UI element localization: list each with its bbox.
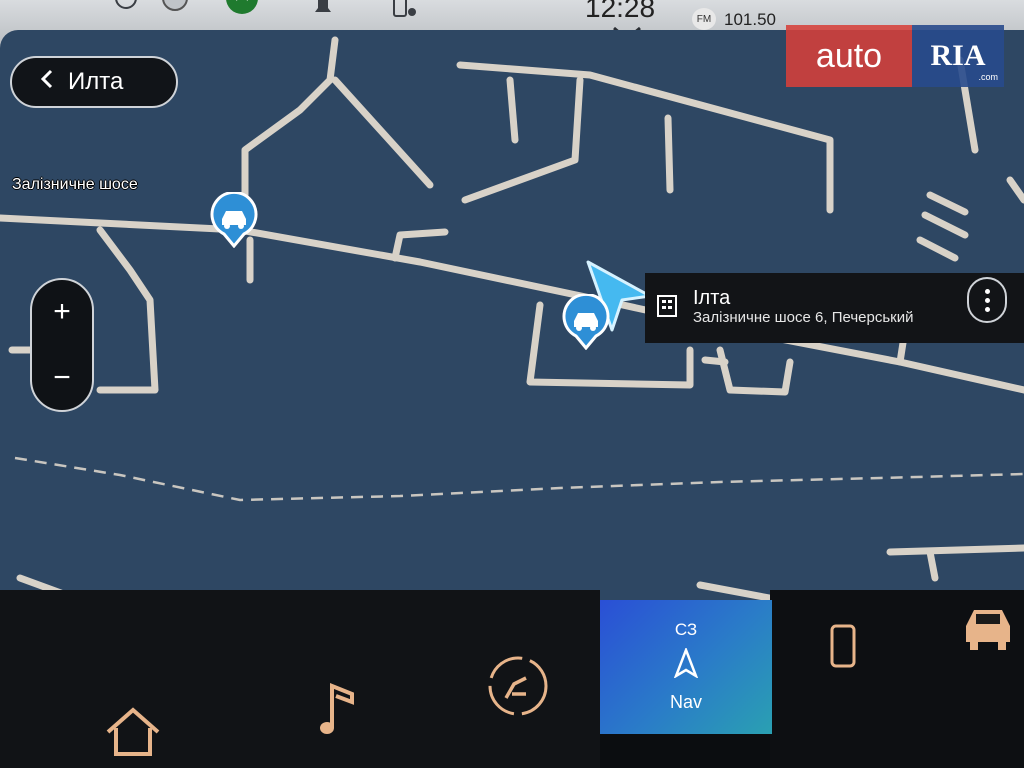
back-button-label: Илта bbox=[68, 68, 124, 95]
watermark-logo: auto RIA .com bbox=[786, 25, 1004, 87]
car-icon[interactable] bbox=[960, 604, 1016, 657]
zoom-out-button[interactable]: − bbox=[32, 346, 92, 410]
chevron-left-icon bbox=[40, 68, 54, 96]
phone-settings-icon[interactable] bbox=[390, 0, 420, 25]
destination-card[interactable]: Ілта Залізничне шосе 6, Печерський bbox=[645, 273, 1024, 343]
building-icon bbox=[657, 295, 677, 322]
profile-icon[interactable] bbox=[160, 0, 190, 19]
connectivity-icon[interactable] bbox=[222, 0, 262, 21]
radio-band-badge: FM bbox=[692, 8, 716, 30]
zoom-in-button[interactable]: + bbox=[32, 280, 92, 344]
home-icon[interactable] bbox=[104, 706, 162, 763]
music-icon[interactable] bbox=[318, 680, 358, 745]
car-poi-pin[interactable] bbox=[560, 292, 612, 355]
destination-title: Ілта bbox=[693, 287, 731, 309]
nav-tile[interactable]: СЗ Nav bbox=[600, 600, 772, 734]
compass-direction: СЗ bbox=[674, 620, 698, 639]
seat-climate-icon[interactable] bbox=[486, 654, 550, 723]
watermark-auto: auto bbox=[786, 25, 912, 87]
clock: 12:28 bbox=[585, 0, 656, 23]
destination-address: Залізничне шосе 6, Печерський bbox=[693, 309, 914, 326]
notifications-icon[interactable] bbox=[310, 0, 336, 23]
navigation-arrow-icon bbox=[600, 646, 772, 683]
more-options-button[interactable] bbox=[967, 277, 1007, 323]
street-label: Залізничне шосе bbox=[12, 176, 138, 193]
nav-tile-label: Nav bbox=[669, 692, 702, 712]
zoom-control: + − bbox=[30, 278, 94, 412]
back-button[interactable]: Илта bbox=[10, 56, 178, 108]
car-poi-pin[interactable] bbox=[208, 190, 260, 253]
radio-frequency: 101.50 bbox=[724, 10, 776, 29]
settings-icon[interactable] bbox=[112, 0, 140, 17]
watermark-ria: RIA .com bbox=[912, 25, 1004, 87]
phone-icon[interactable] bbox=[830, 624, 856, 673]
